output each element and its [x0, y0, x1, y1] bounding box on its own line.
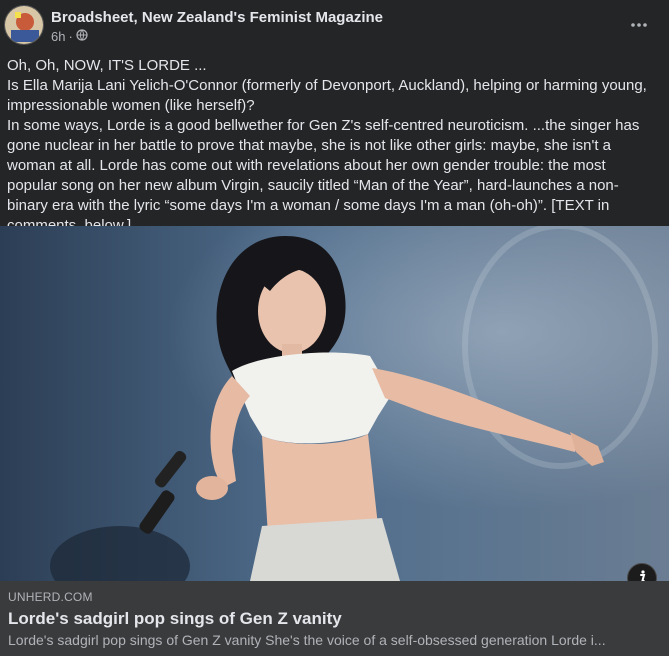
link-preview-image[interactable] [0, 226, 669, 581]
link-preview-card[interactable]: UNHERD.COM Lorde's sadgirl pop sings of … [0, 581, 669, 656]
link-domain: UNHERD.COM [8, 590, 93, 604]
more-options-button[interactable] [623, 9, 655, 37]
post-header: Broadsheet, New Zealand's Feminist Magaz… [0, 0, 669, 52]
link-description: Lorde's sadgirl pop sings of Gen Z vanit… [8, 632, 606, 648]
post-text-line-1: Oh, Oh, NOW, IT'S LORDE ... [7, 57, 207, 74]
link-title[interactable]: Lorde's sadgirl pop sings of Gen Z vanit… [8, 609, 342, 629]
globe-icon [76, 29, 88, 44]
page-name[interactable]: Broadsheet, New Zealand's Feminist Magaz… [51, 9, 383, 26]
post-meta: 6h · [51, 29, 88, 44]
timestamp[interactable]: 6h [51, 29, 65, 44]
meta-separator: · [68, 29, 73, 44]
post-text-line-2: Is Ella Marija Lani Yelich-O'Connor (for… [7, 77, 647, 114]
more-horizontal-icon [631, 14, 647, 32]
post-text-line-3: In some ways, Lorde is a good bellwether… [7, 117, 640, 234]
page-avatar[interactable] [4, 5, 44, 45]
post-body: Oh, Oh, NOW, IT'S LORDE ... Is Ella Mari… [7, 56, 659, 236]
